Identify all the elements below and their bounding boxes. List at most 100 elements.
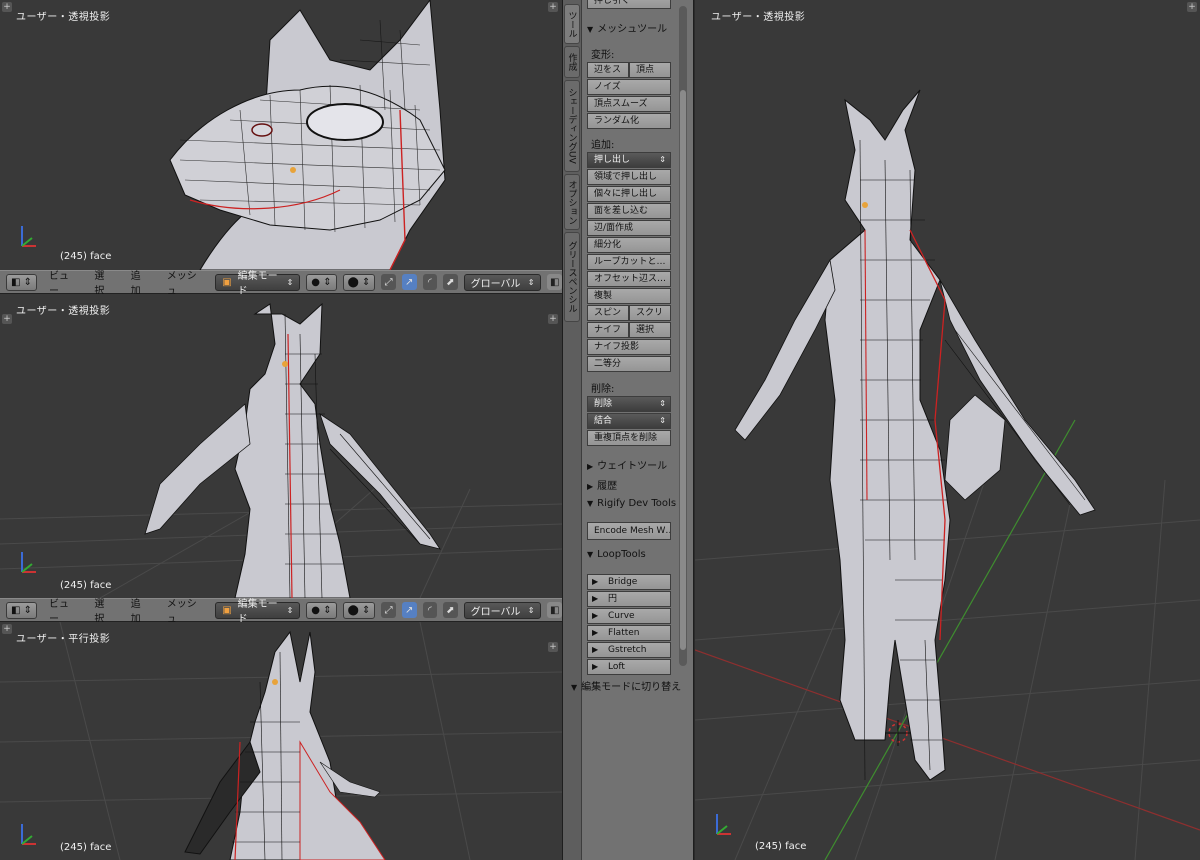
looptools-curve-button[interactable]: ▶ Curve <box>587 608 671 624</box>
viewport-right[interactable]: ユーザー・透視投影 (245) face + <box>695 0 1200 860</box>
toggle-edit-mode-header[interactable]: ▼ 編集モードに切り替え <box>571 678 681 693</box>
add-menu[interactable]: 追加 <box>125 595 155 625</box>
rotate-icon[interactable]: ◜ <box>422 274 438 290</box>
tab-shading-uv[interactable]: シェーディングUV <box>564 80 580 172</box>
extrude-dropdown[interactable]: 押し出し <box>587 152 671 168</box>
collapse-triangle-icon: ▼ <box>587 499 594 508</box>
select-menu[interactable]: 選択 <box>88 267 118 297</box>
tab-create[interactable]: 作成 <box>564 46 580 78</box>
tab-tools[interactable]: ツール <box>564 4 580 44</box>
loop-cut-button[interactable]: ループカットと… <box>587 254 671 270</box>
play-triangle-icon: ▶ <box>592 628 599 637</box>
mode-dropdown[interactable]: ▣ 編集モード ⇕ <box>215 271 301 297</box>
push-pull-button[interactable]: 押し引く <box>587 0 671 9</box>
extrude-individual-button[interactable]: 個々に押し出し <box>587 186 671 202</box>
play-triangle-icon: ▶ <box>592 611 599 620</box>
viewport-header-2: ◧ ⇕ ビュー 選択 追加 メッシュ ▣ 編集モード ⇕ ● ⇕ ⬤ ⇕ ⤢ ↗ ◜… <box>0 595 562 625</box>
extrude-region-button[interactable]: 領域で押し出し <box>587 169 671 185</box>
smooth-vertex-button[interactable]: 頂点スムーズ <box>587 96 671 112</box>
viewport-mid-left[interactable]: ユーザー・透視投影 (245) face + + <box>0 294 562 598</box>
layer-cube-icon[interactable]: ◧ <box>547 274 562 290</box>
tool-tabs: ツール 作成 シェーディングUV オプション グリースペンシル <box>563 0 582 860</box>
corner-widget[interactable]: + <box>1187 2 1197 12</box>
shading-button[interactable]: ● ⇕ <box>306 601 337 619</box>
looptools-gstretch-button[interactable]: ▶ Gstretch <box>587 642 671 658</box>
looptools-bridge-button[interactable]: ▶ Bridge <box>587 574 671 590</box>
orientation-dropdown[interactable]: グローバル ⇕ <box>463 273 542 291</box>
corner-widget[interactable]: + <box>2 314 12 324</box>
add-menu[interactable]: 追加 <box>125 267 155 297</box>
axis-gizmo-tl <box>21 226 36 247</box>
vertex-slide-button[interactable]: 頂点 <box>629 62 671 78</box>
screw-button[interactable]: スクリ <box>629 305 671 321</box>
viewport-status: (245) face <box>755 841 807 852</box>
collapse-triangle-icon: ▼ <box>587 550 594 559</box>
spin-button[interactable]: スピン <box>587 305 629 321</box>
translate-icon[interactable]: ↗ <box>401 274 417 290</box>
viewport-status: (245) face <box>60 842 112 853</box>
mode-dropdown[interactable]: ▣ 編集モード ⇕ <box>215 599 301 625</box>
tab-options[interactable]: オプション <box>564 174 580 230</box>
offset-edge-button[interactable]: オフセット辺ス… <box>587 271 671 287</box>
corner-widget[interactable]: + <box>548 314 558 324</box>
history-header[interactable]: ▶ 履歴 <box>587 477 617 492</box>
delete-dropdown[interactable]: 削除 <box>587 396 671 412</box>
editor-type-button[interactable]: ◧ ⇕ <box>6 273 38 291</box>
weight-tools-header[interactable]: ▶ ウェイトツール <box>587 457 667 472</box>
pivot-icon: ⬤ <box>347 604 359 616</box>
view-menu[interactable]: ビュー <box>43 595 82 625</box>
looptools-flatten-button[interactable]: ▶ Flatten <box>587 625 671 641</box>
subdivide-button[interactable]: 細分化 <box>587 237 671 253</box>
viewport-title: ユーザー・透視投影 <box>711 12 806 23</box>
editor-type-button[interactable]: ◧ ⇕ <box>6 601 38 619</box>
bisect-button[interactable]: 二等分 <box>587 356 671 372</box>
delete-label: 削除: <box>591 384 615 395</box>
corner-widget[interactable]: + <box>548 642 558 652</box>
corner-widget[interactable]: + <box>2 2 12 12</box>
corner-widget[interactable]: + <box>2 624 12 634</box>
viewport-top-left[interactable]: ユーザー・透視投影 (245) face + + <box>0 0 562 270</box>
corner-widget[interactable]: + <box>548 2 558 12</box>
manipulator-icon[interactable]: ⤢ <box>381 274 396 290</box>
rotate-icon[interactable]: ◜ <box>422 602 438 618</box>
looptools-header[interactable]: ▼ LoopTools <box>587 549 646 560</box>
remove-doubles-button[interactable]: 重複頂点を削除 <box>587 430 671 446</box>
mesh-menu[interactable]: メッシュ <box>161 267 209 297</box>
looptools-circle-button[interactable]: ▶ 円 <box>587 591 671 607</box>
encode-mesh-button[interactable]: Encode Mesh W… <box>587 522 671 540</box>
knife-button[interactable]: ナイフ <box>587 322 629 338</box>
edit-mode-icon: ▣ <box>222 604 232 616</box>
randomize-button[interactable]: ランダム化 <box>587 113 671 129</box>
make-edge-face-button[interactable]: 辺/面作成 <box>587 220 671 236</box>
mesh-tools-header[interactable]: ▼ メッシュツール <box>587 20 667 35</box>
dissolve-dropdown[interactable]: 結合 <box>587 413 671 429</box>
head-closeup-scene <box>21 0 446 270</box>
knife-project-button[interactable]: ナイフ投影 <box>587 339 671 355</box>
pivot-button[interactable]: ⬤ ⇕ <box>342 601 376 619</box>
layer-cube-icon[interactable]: ◧ <box>547 602 562 618</box>
scale-icon[interactable]: ⬈ <box>443 274 458 290</box>
noise-button[interactable]: ノイズ <box>587 79 671 95</box>
viewport-bottom-left[interactable]: ユーザー・平行投影 (245) face + + <box>0 622 562 860</box>
rigify-header[interactable]: ▼ Rigify Dev Tools <box>587 498 676 509</box>
select-menu[interactable]: 選択 <box>88 595 118 625</box>
tab-grease-pencil[interactable]: グリースペンシル <box>564 232 580 322</box>
mesh-menu[interactable]: メッシュ <box>161 595 209 625</box>
edge-slide-button[interactable]: 辺をス <box>587 62 629 78</box>
play-triangle-icon: ▶ <box>592 645 599 654</box>
orientation-dropdown[interactable]: グローバル ⇕ <box>463 601 542 619</box>
inset-faces-button[interactable]: 面を差し込む <box>587 203 671 219</box>
ortho-scene <box>0 622 562 860</box>
translate-icon[interactable]: ↗ <box>401 602 417 618</box>
duplicate-button[interactable]: 複製 <box>587 288 671 304</box>
play-triangle-icon: ▶ <box>592 662 599 671</box>
cube-icon: ◧ <box>11 604 21 616</box>
view-menu[interactable]: ビュー <box>43 267 82 297</box>
shading-button[interactable]: ● ⇕ <box>306 273 337 291</box>
looptools-loft-button[interactable]: ▶ Loft <box>587 659 671 675</box>
pivot-button[interactable]: ⬤ ⇕ <box>342 273 376 291</box>
scale-icon[interactable]: ⬈ <box>443 602 458 618</box>
knife-select-button[interactable]: 選択 <box>629 322 671 338</box>
manipulator-icon[interactable]: ⤢ <box>381 602 396 618</box>
tool-panel-scroll-thumb[interactable] <box>680 90 686 650</box>
